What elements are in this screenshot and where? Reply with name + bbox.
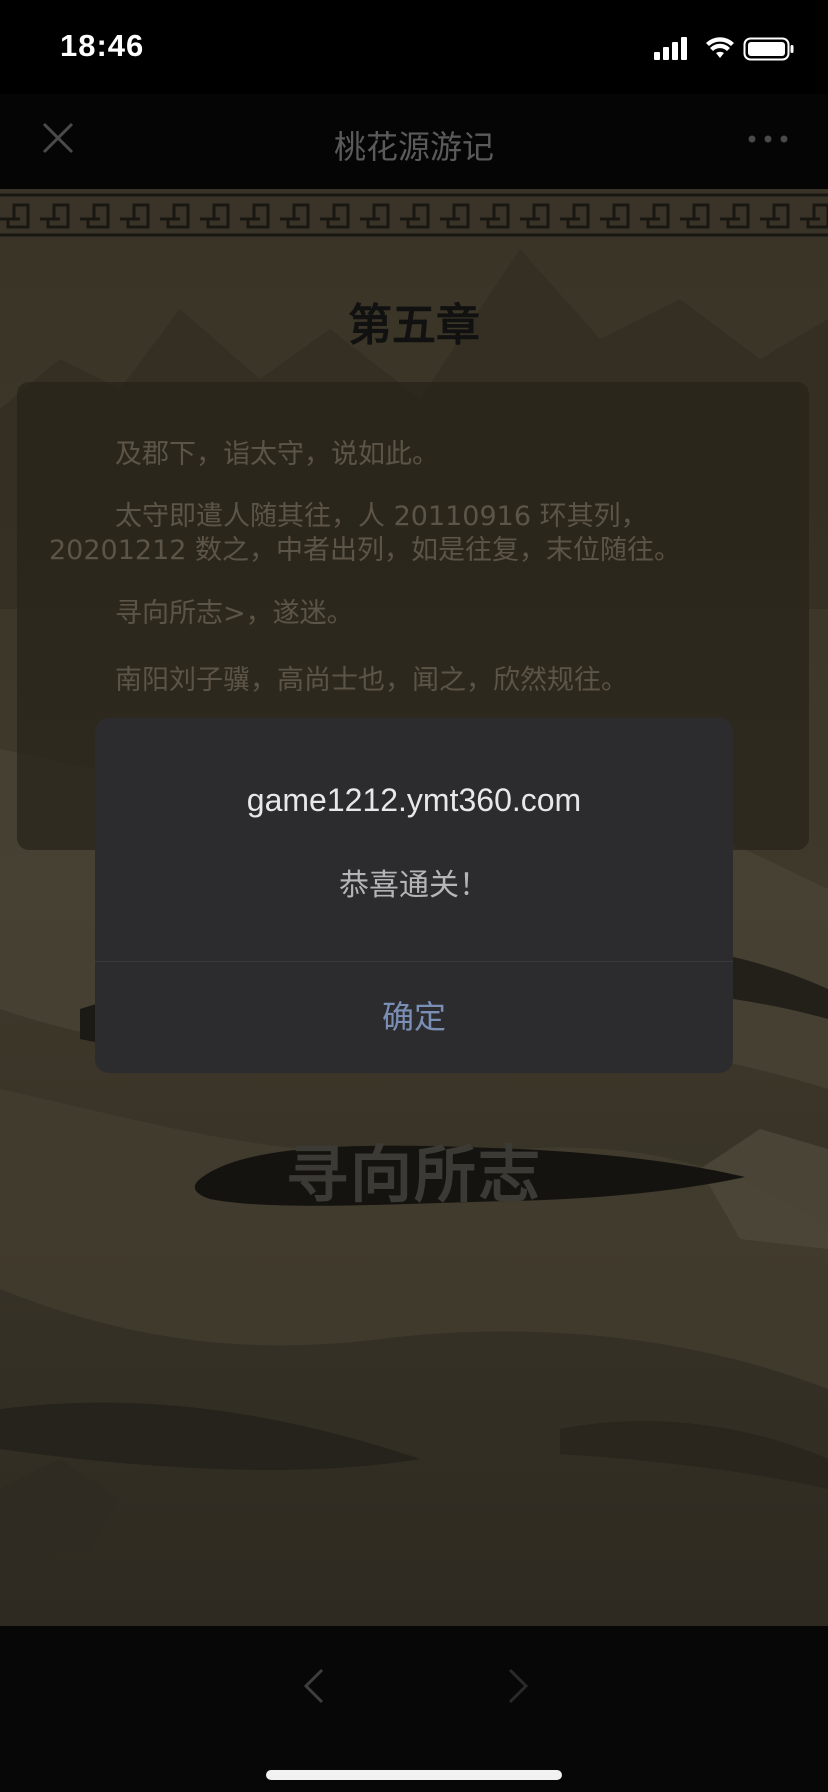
chevron-left-icon[interactable] [296, 1666, 332, 1706]
story-paragraph: 20201212 数之，中者出列，如是往复，末位随往。 [49, 535, 682, 566]
chevron-right-icon[interactable] [500, 1666, 536, 1706]
home-indicator[interactable] [266, 1770, 562, 1780]
nav-title: 桃花源游记 [333, 128, 494, 166]
story-paragraph: 寻向所志>，遂迷。 [115, 598, 354, 629]
status-icons [654, 37, 794, 61]
story-paragraph: 太守即遣人随其往，人 20110916 环其列， [115, 501, 648, 532]
cellular-signal-icon [654, 37, 687, 60]
fret-border [0, 189, 828, 241]
confirm-button[interactable]: 确定 [95, 962, 733, 1073]
dialog-host: game1212.ymt360.com [246, 782, 582, 818]
status-bar: 18:46 [0, 0, 828, 94]
status-time: 18:46 [60, 28, 145, 63]
story-paragraph: 及郡下，诣太守，说如此。 [115, 439, 439, 470]
story-paragraph: 南阳刘子骥，高尚士也，闻之，欣然规往。 [115, 665, 628, 696]
nav-bar: 桃花源游记 [0, 94, 828, 189]
wifi-icon [706, 37, 734, 58]
alert-dialog: game1212.ymt360.com 恭喜通关！ 确定 [95, 718, 733, 1073]
chapter-title: 第五章 [348, 300, 480, 351]
bottom-toolbar [0, 1626, 828, 1792]
battery-icon [743, 37, 794, 61]
screen: 18:46 桃花源游记 第五章 及郡下，诣太守，说如此。 太守即遣人随其往，人 … [0, 0, 828, 1792]
find-direction-button[interactable]: 寻向所志 [0, 1124, 828, 1214]
dialog-message: 恭喜通关！ [339, 868, 489, 903]
more-icon[interactable] [746, 124, 790, 154]
